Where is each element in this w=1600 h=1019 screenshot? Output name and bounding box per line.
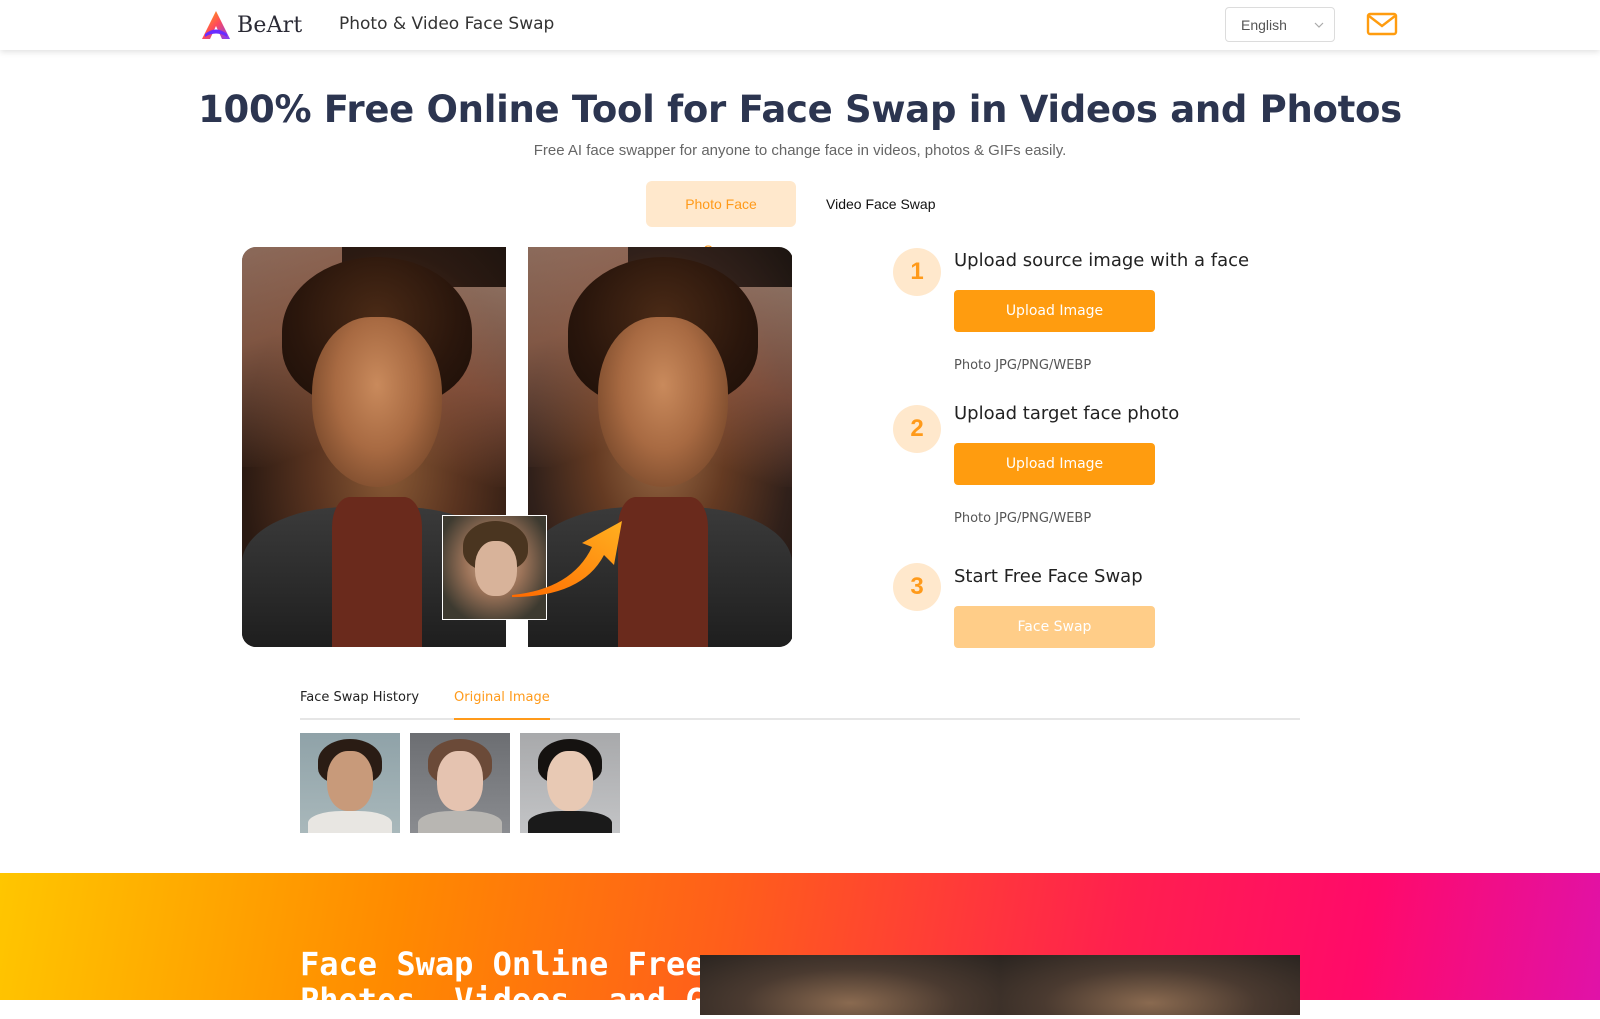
page-subtitle: Free AI face swapper for anyone to chang… bbox=[533, 142, 1067, 159]
tab-photo-face-swap[interactable]: Photo Face Swap bbox=[646, 181, 796, 258]
chevron-down-icon bbox=[1314, 22, 1324, 28]
nav-title[interactable]: Photo & Video Face Swap bbox=[339, 14, 554, 34]
upload-source-button[interactable]: Upload Image bbox=[954, 290, 1155, 332]
language-select-value: English bbox=[1241, 17, 1287, 33]
logo[interactable]: BeArt bbox=[200, 9, 302, 41]
banner-title: Face Swap Online Free: Photos, Videos, a… bbox=[300, 946, 762, 1018]
page-title: 100% Free Online Tool for Face Swap in V… bbox=[198, 88, 1402, 131]
step-1-title: Upload source image with a face bbox=[954, 250, 1250, 271]
beart-logo-icon bbox=[202, 11, 230, 39]
original-image-thumbnail[interactable] bbox=[410, 733, 510, 833]
tab-video-face-swap[interactable]: Video Face Swap bbox=[806, 181, 955, 227]
history-tabs: Face Swap History Original Image bbox=[300, 690, 1300, 720]
promo-banner: Face Swap Online Free: Photos, Videos, a… bbox=[0, 873, 1600, 1018]
swap-arrow-icon bbox=[512, 521, 622, 597]
banner-image bbox=[1000, 955, 1300, 1015]
top-header: BeArt Photo & Video Face Swap English bbox=[0, 0, 1600, 50]
step-2-title: Upload target face photo bbox=[954, 403, 1180, 424]
tab-original-image[interactable]: Original Image bbox=[454, 690, 550, 720]
step-3-title: Start Free Face Swap bbox=[954, 566, 1143, 587]
banner-image bbox=[700, 955, 1000, 1015]
step-1-number: 1 bbox=[893, 248, 941, 296]
language-select[interactable]: English bbox=[1225, 7, 1335, 42]
original-image-thumbnail[interactable] bbox=[300, 733, 400, 833]
mail-icon[interactable] bbox=[1366, 10, 1398, 38]
step-2-number: 2 bbox=[893, 405, 941, 453]
mode-tabs: Photo Face Swap Video Face Swap bbox=[646, 181, 955, 258]
step-2-hint: Photo JPG/PNG/WEBP bbox=[954, 511, 1092, 526]
step-1-hint: Photo JPG/PNG/WEBP bbox=[954, 358, 1092, 373]
upload-target-button[interactable]: Upload Image bbox=[954, 443, 1155, 485]
tab-face-swap-history[interactable]: Face Swap History bbox=[300, 690, 419, 720]
step-3-number: 3 bbox=[893, 563, 941, 611]
original-image-thumbnail[interactable] bbox=[520, 733, 620, 833]
demo-illustration bbox=[242, 247, 793, 647]
banner-title-line-2: Photos, Videos, and GIFs bbox=[300, 981, 763, 1019]
logo-text: BeArt bbox=[237, 12, 303, 38]
face-swap-button[interactable]: Face Swap bbox=[954, 606, 1155, 648]
banner-title-line-1: Face Swap Online Free: bbox=[300, 945, 724, 983]
